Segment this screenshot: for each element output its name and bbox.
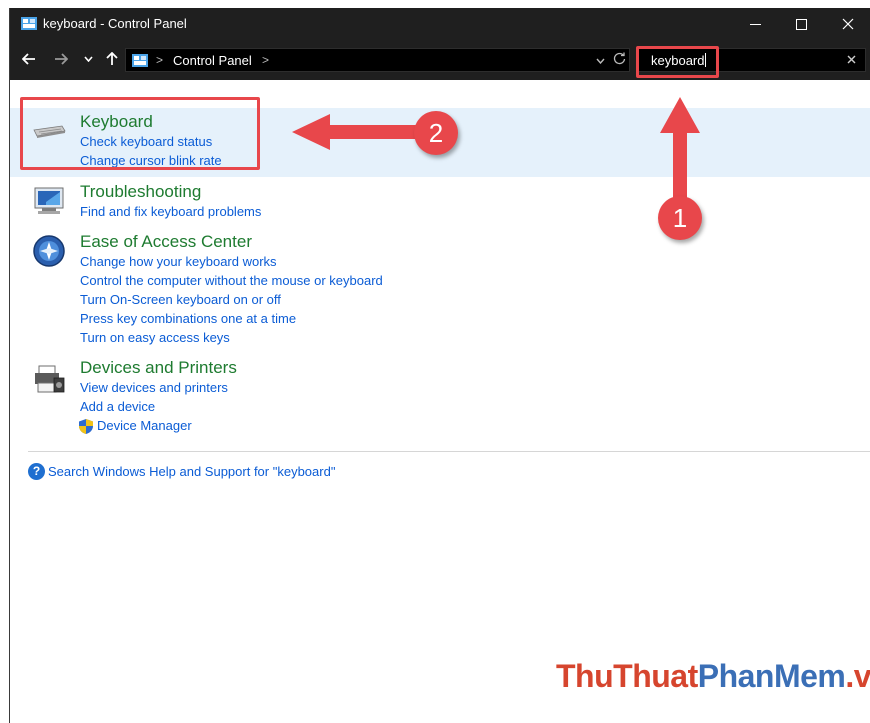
help-icon: ? [28, 462, 45, 480]
shield-icon [79, 419, 93, 434]
printer-icon [35, 365, 65, 393]
clear-search-button[interactable] [847, 52, 856, 67]
link-device-manager[interactable]: Device Manager [97, 418, 192, 433]
back-button[interactable] [18, 48, 40, 70]
chevron-down-icon [596, 58, 605, 65]
address-bar[interactable]: > Control Panel > [125, 48, 630, 72]
window-title: keyboard - Control Panel [43, 16, 187, 31]
up-arrow-icon [106, 52, 118, 65]
address-dropdown-button[interactable] [596, 53, 605, 67]
recent-locations-button[interactable] [80, 48, 96, 70]
result-troubleshooting[interactable]: Troubleshooting Find and fix keyboard pr… [10, 180, 870, 220]
annotation-box-keyboard [20, 97, 260, 170]
link-find-fix-keyboard-problems[interactable]: Find and fix keyboard problems [80, 204, 261, 219]
troubleshooting-icon [34, 187, 64, 214]
annotation-badge-2: 2 [414, 111, 458, 155]
forward-arrow-icon [55, 53, 68, 65]
divider [28, 451, 870, 452]
result-ease-of-access[interactable]: Ease of Access Center Change how your ke… [10, 230, 870, 350]
close-button[interactable] [825, 8, 870, 40]
link-change-keyboard-works[interactable]: Change how your keyboard works [80, 254, 277, 269]
refresh-button[interactable] [613, 52, 626, 70]
link-key-combinations[interactable]: Press key combinations one at a time [80, 311, 296, 326]
title-bar[interactable]: keyboard - Control Panel [10, 8, 870, 40]
annotation-badge-1: 1 [658, 196, 702, 240]
close-icon [842, 18, 854, 30]
link-control-without-mouse[interactable]: Control the computer without the mouse o… [80, 273, 383, 288]
link-easy-access-keys[interactable]: Turn on easy access keys [80, 330, 230, 345]
maximize-icon [795, 18, 807, 30]
maximize-button[interactable] [778, 8, 824, 40]
result-devices-printers[interactable]: Devices and Printers View devices and pr… [10, 356, 870, 438]
help-search-text[interactable]: Search Windows Help and Support for "key… [48, 464, 335, 479]
result-title[interactable]: Troubleshooting [80, 182, 201, 202]
breadcrumb-control-panel[interactable]: Control Panel [173, 53, 252, 68]
chevron-down-icon [83, 56, 93, 62]
minimize-button[interactable] [732, 8, 778, 40]
up-button[interactable] [101, 48, 123, 70]
control-panel-icon [132, 54, 148, 67]
breadcrumb-separator[interactable]: > [156, 53, 163, 67]
control-panel-icon [21, 17, 37, 30]
result-title[interactable]: Ease of Access Center [80, 232, 252, 252]
close-icon [847, 55, 856, 64]
results-pane: Keyboard Check keyboard status Change cu… [10, 80, 870, 723]
ease-of-access-icon [33, 235, 65, 267]
refresh-icon [613, 52, 626, 65]
watermark-logo: ThuThuatPhanMem.vn [556, 658, 870, 694]
forward-button[interactable] [50, 48, 72, 70]
link-on-screen-keyboard[interactable]: Turn On-Screen keyboard on or off [80, 292, 281, 307]
breadcrumb-separator[interactable]: > [262, 53, 269, 67]
navigation-bar: > Control Panel > keyboard [10, 40, 870, 80]
link-add-device[interactable]: Add a device [80, 399, 155, 414]
link-view-devices-printers[interactable]: View devices and printers [80, 380, 228, 395]
back-arrow-icon [22, 53, 35, 65]
annotation-box-search [636, 46, 719, 78]
help-search-link[interactable]: ? Search Windows Help and Support for "k… [28, 462, 335, 480]
result-title[interactable]: Devices and Printers [80, 358, 237, 378]
minimize-icon [749, 23, 761, 25]
